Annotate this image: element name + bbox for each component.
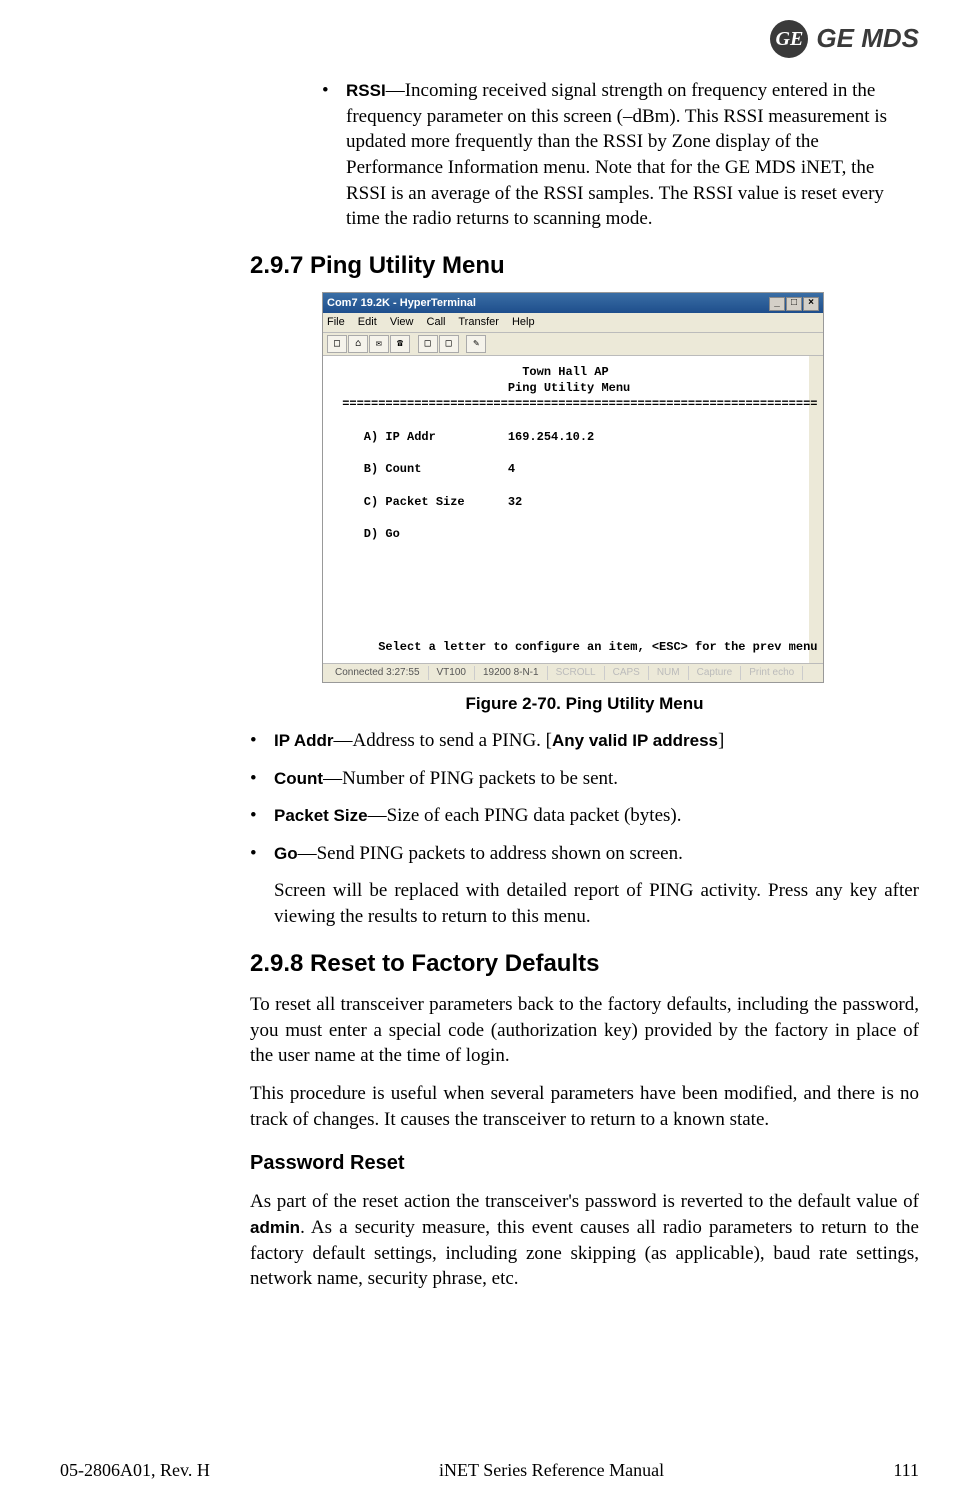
packetsize-desc: —Size of each PING data packet (bytes). (368, 805, 682, 826)
minimize-icon: _ (769, 297, 785, 311)
password-reset-title: Password Reset (250, 1150, 919, 1177)
ipaddr-label: IP Addr (274, 731, 334, 750)
terminal-area: Town Hall AP Ping Utility Menu =========… (323, 356, 823, 663)
status-capture: Capture (689, 666, 742, 680)
brand-text: GE MDS (816, 21, 919, 56)
ipaddr-close: ] (718, 730, 724, 751)
go-bullet: • Go—Send PING packets to address shown … (250, 841, 919, 867)
page-header: GE GE MDS (60, 20, 919, 58)
go-desc: —Send PING packets to address shown on s… (298, 843, 683, 864)
window-titlebar: Com7 19.2K - HyperTerminal _□× (323, 293, 823, 313)
close-icon: × (803, 297, 819, 311)
tb-icon: ✉ (369, 335, 389, 353)
bullet-dot-icon: • (250, 766, 274, 792)
window-toolbar: □⌂✉☎ □□ ✎ (323, 333, 823, 356)
status-connected: Connected 3:27:55 (327, 666, 429, 680)
count-desc: —Number of PING packets to be sent. (323, 768, 618, 789)
menu-transfer: Transfer (458, 316, 499, 328)
pwreset-text-b: . As a security measure, this event caus… (250, 1217, 919, 1289)
status-num: NUM (649, 666, 689, 680)
window-buttons: _□× (768, 295, 819, 311)
bullet-dot-icon: • (250, 803, 274, 829)
status-caps: CAPS (605, 666, 649, 680)
window-menubar: File Edit View Call Transfer Help (323, 313, 823, 333)
menu-file: File (327, 316, 345, 328)
footer-right: 111 (893, 1458, 919, 1482)
count-label: Count (274, 769, 323, 788)
tb-icon: □ (418, 335, 438, 353)
tb-icon: ☎ (390, 335, 410, 353)
maximize-icon: □ (786, 297, 802, 311)
menu-edit: Edit (358, 316, 377, 328)
menu-view: View (390, 316, 414, 328)
count-bullet: • Count—Number of PING packets to be sen… (250, 766, 919, 792)
footer-left: 05-2806A01, Rev. H (60, 1458, 210, 1482)
tb-icon: □ (327, 335, 347, 353)
go-label: Go (274, 844, 298, 863)
ipaddr-bullet: • IP Addr—Address to send a PING. [Any v… (250, 728, 919, 754)
packetsize-bullet: • Packet Size—Size of each PING data pac… (250, 803, 919, 829)
ge-monogram-icon: GE (770, 20, 808, 58)
ipaddr-hint: Any valid IP address (552, 731, 718, 750)
tb-icon: ⌂ (348, 335, 368, 353)
footer-center: iNET Series Reference Manual (439, 1458, 664, 1482)
page-footer: 05-2806A01, Rev. H iNET Series Reference… (60, 1458, 919, 1482)
reset-p2: This procedure is useful when several pa… (250, 1081, 919, 1132)
password-reset-p1: As part of the reset action the transcei… (250, 1189, 919, 1292)
tb-icon: ✎ (466, 335, 486, 353)
rssi-label: RSSI (346, 81, 386, 100)
ipaddr-desc: —Address to send a PING. [ (334, 730, 552, 751)
section-297-title: 2.9.7 Ping Utility Menu (250, 250, 919, 282)
status-emulation: VT100 (429, 666, 475, 680)
status-scroll: SCROLL (548, 666, 605, 680)
rssi-bullet: • RSSI—Incoming received signal strength… (322, 78, 919, 232)
figure-caption: Figure 2-70. Ping Utility Menu (250, 693, 919, 716)
ge-mds-logo: GE GE MDS (770, 20, 919, 58)
reset-p1: To reset all transceiver parameters back… (250, 992, 919, 1069)
ping-note: Screen will be replaced with detailed re… (274, 878, 919, 929)
status-baud: 19200 8-N-1 (475, 666, 548, 680)
window-title: Com7 19.2K - HyperTerminal (327, 296, 476, 311)
bullet-dot-icon: • (250, 841, 274, 867)
section-298-title: 2.9.8 Reset to Factory Defaults (250, 948, 919, 980)
rssi-desc: —Incoming received signal strength on fr… (346, 80, 887, 229)
tb-icon: □ (439, 335, 459, 353)
pwreset-text-a: As part of the reset action the transcei… (250, 1191, 919, 1212)
bullet-dot-icon: • (250, 728, 274, 754)
menu-help: Help (512, 316, 535, 328)
bullet-dot-icon: • (322, 78, 346, 232)
packetsize-label: Packet Size (274, 806, 368, 825)
pwreset-admin: admin (250, 1218, 300, 1237)
menu-call: Call (427, 316, 446, 328)
window-statusbar: Connected 3:27:55 VT100 19200 8-N-1 SCRO… (323, 663, 823, 682)
status-printecho: Print echo (741, 666, 803, 680)
ping-utility-screenshot: Com7 19.2K - HyperTerminal _□× File Edit… (322, 292, 824, 683)
